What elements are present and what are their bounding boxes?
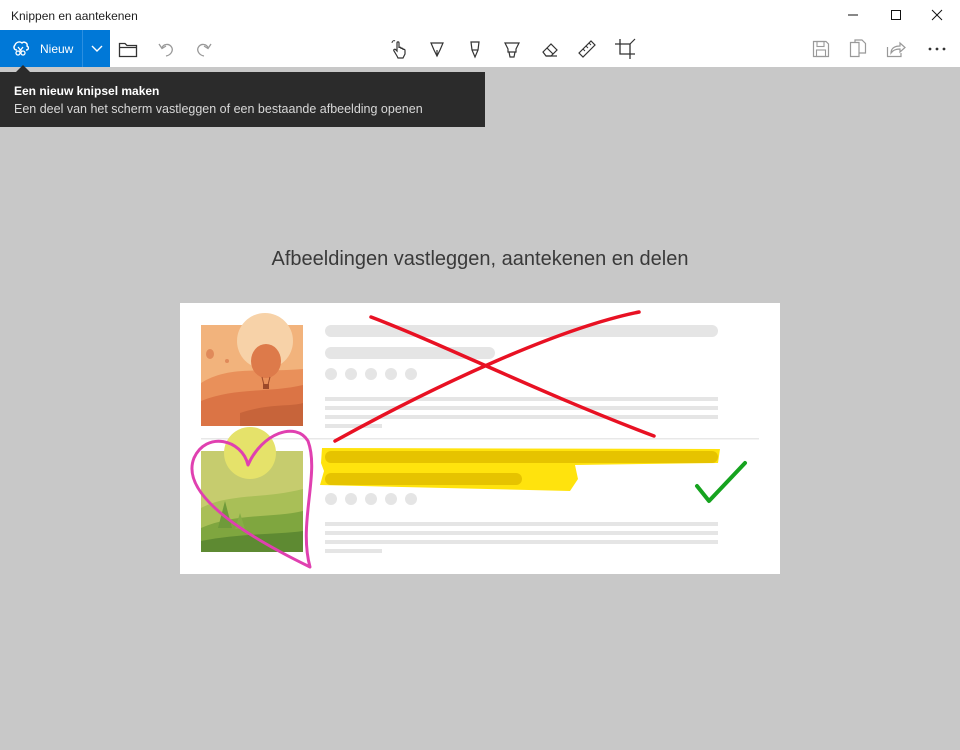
pencil-button[interactable] xyxy=(457,30,493,67)
green-checkmark xyxy=(695,461,747,503)
welcome-heading: Afbeeldingen vastleggen, aantekenen en d… xyxy=(271,248,689,270)
ballpoint-pen-button[interactable] xyxy=(419,30,455,67)
ruler-button[interactable] xyxy=(569,30,605,67)
top-card-lines xyxy=(325,325,718,428)
close-icon xyxy=(931,9,943,21)
new-button-label: Nieuw xyxy=(40,42,74,56)
new-snip-dropdown[interactable] xyxy=(82,30,110,67)
tooltip-description: Een deel van het scherm vastleggen of ee… xyxy=(14,102,423,116)
touch-writing-icon xyxy=(391,39,406,59)
save-icon xyxy=(812,40,830,57)
title-bar: Knippen en aantekenen xyxy=(0,0,960,30)
open-folder-icon xyxy=(118,42,138,57)
tooltip-title: Een nieuw knipsel maken xyxy=(14,84,160,98)
redo-icon xyxy=(197,43,212,57)
pencil-icon xyxy=(470,40,480,59)
copy-icon xyxy=(849,38,867,57)
ballpoint-pen-icon xyxy=(430,41,444,57)
save-button[interactable] xyxy=(803,30,839,67)
highlighter-icon xyxy=(504,41,520,58)
undo-icon xyxy=(158,43,173,57)
new-snip-button[interactable]: Nieuw xyxy=(0,30,82,67)
toolbar: Nieuw xyxy=(0,30,960,67)
snip-icon xyxy=(13,41,30,56)
crop-button[interactable] xyxy=(607,30,643,67)
redo-button[interactable] xyxy=(186,30,222,67)
minimize-icon xyxy=(848,14,858,16)
close-button[interactable] xyxy=(914,0,960,30)
copy-button[interactable] xyxy=(840,30,876,67)
new-snip-tooltip: Een nieuw knipsel maken Een deel van het… xyxy=(0,72,485,127)
share-button[interactable] xyxy=(878,30,914,67)
crop-icon xyxy=(615,38,636,59)
illustration-graphic xyxy=(190,310,759,569)
welcome-illustration xyxy=(180,303,780,574)
open-file-button[interactable] xyxy=(110,30,146,67)
tooltip-arrow xyxy=(16,65,30,72)
chevron-down-icon xyxy=(91,45,102,52)
ruler-icon xyxy=(578,39,596,58)
card-divider xyxy=(201,438,759,440)
more-icon xyxy=(928,47,946,50)
highlighter-button[interactable] xyxy=(494,30,530,67)
undo-button[interactable] xyxy=(148,30,184,67)
share-icon xyxy=(886,41,906,57)
minimize-button[interactable] xyxy=(830,0,876,30)
touch-writing-button[interactable] xyxy=(382,30,418,67)
maximize-button[interactable] xyxy=(873,0,919,30)
balloon-picture xyxy=(201,313,303,426)
eraser-button[interactable] xyxy=(532,30,568,67)
maximize-icon xyxy=(891,10,901,20)
window-title: Knippen en aantekenen xyxy=(11,9,138,23)
more-options-button[interactable] xyxy=(919,30,955,67)
landscape-picture xyxy=(201,427,303,552)
eraser-icon xyxy=(542,42,558,57)
